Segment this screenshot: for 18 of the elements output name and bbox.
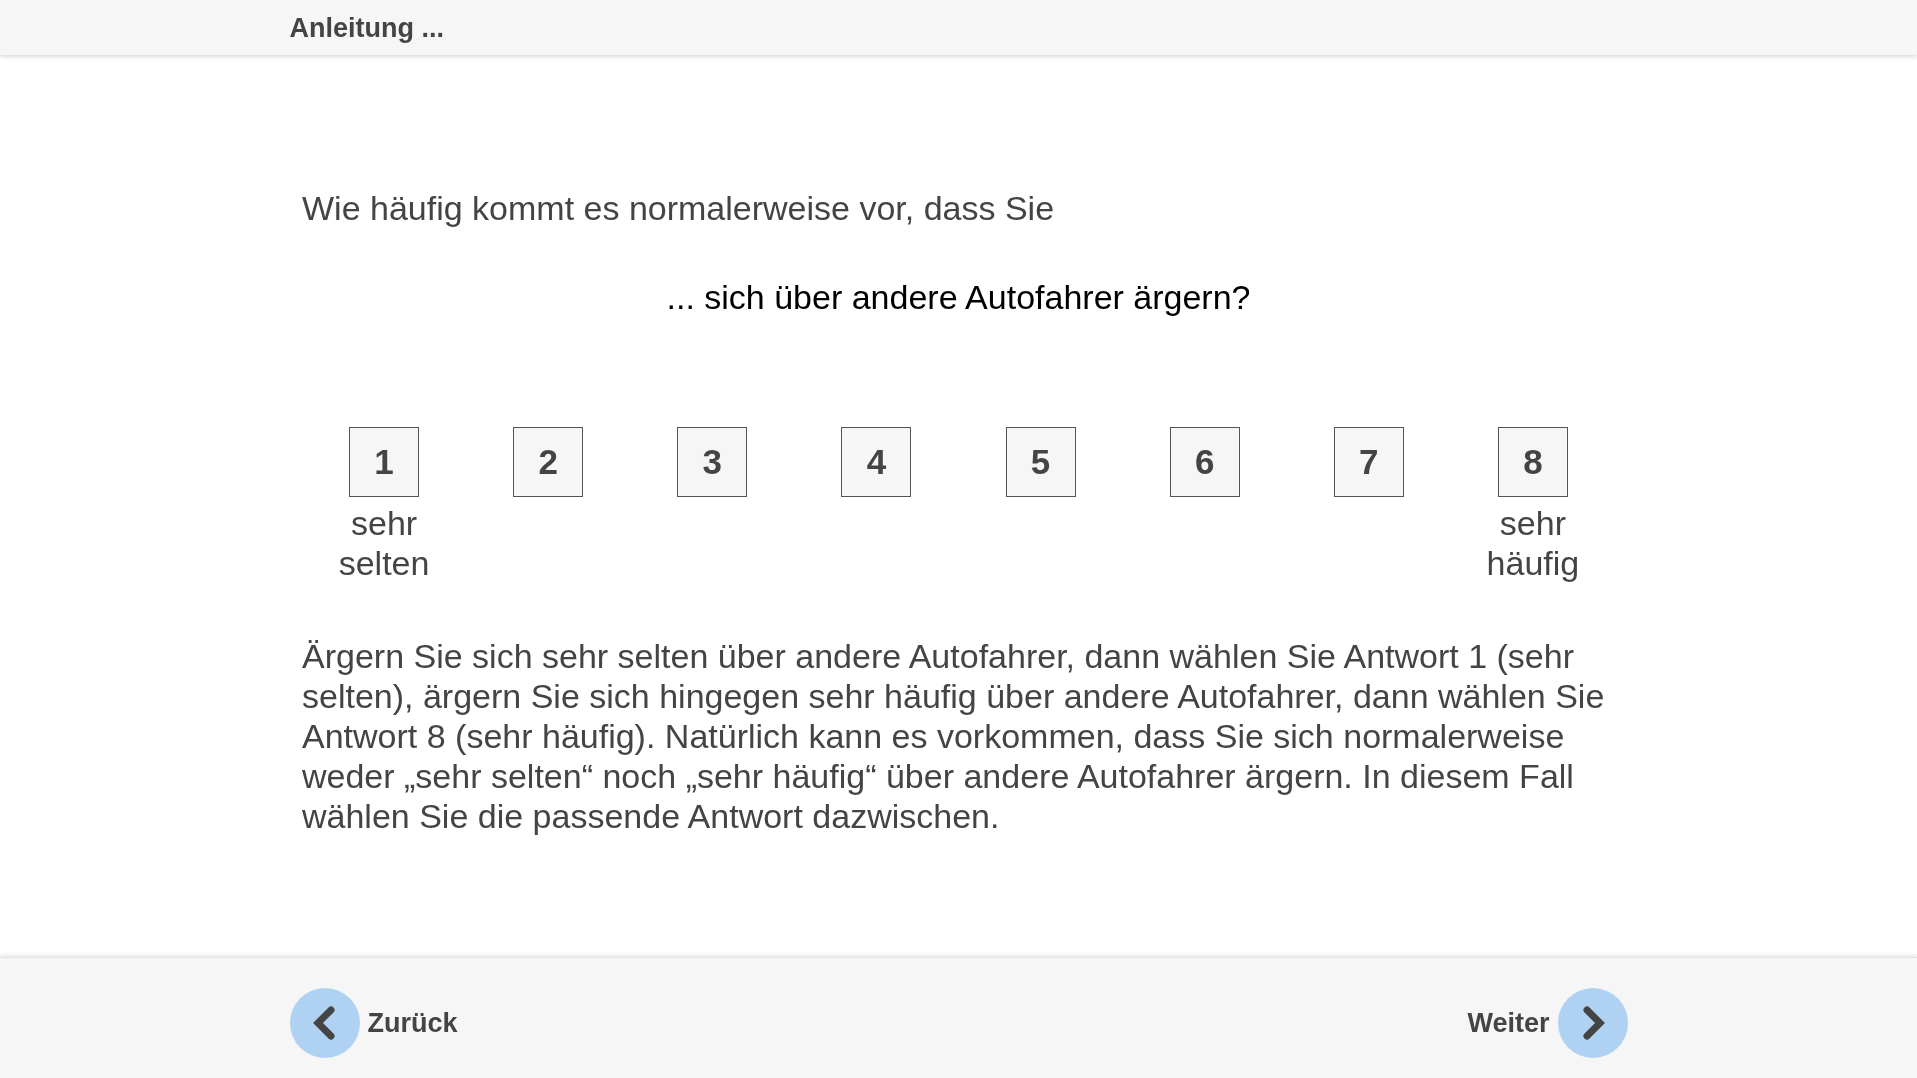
- scale-label: sehr häufig: [1485, 503, 1581, 583]
- question-intro: Wie häufig kommt es normalerweise vor, dass Sie: [302, 188, 1056, 228]
- instruction-text: Ärgern Sie sich sehr selten über andere Autofahrer, dann wählen Sie Antwort 1 (sehr selten), ärgern Sie sich hingegen sehr häufig über andere Autofahrer, dann wählen Sie Antwort 8 (sehr häufig). Natürlich kann es vorkommen, dass Sie sich normalerweise weder „sehr selten“ noch „sehr häufig“ über andere Autofahrer ärgern. In diesem Fall wählen Sie die passende Antwort dazwischen.: [302, 636, 1606, 836]
- question-item: ... sich über andere Autofahrer ärgern?: [666, 277, 1251, 317]
- answer-option[interactable]: 7: [1333, 427, 1404, 497]
- page-title: Anleitung ...: [289, 11, 444, 44]
- back-button[interactable]: Zurück: [289, 988, 458, 1058]
- next-button[interactable]: Weiter: [1467, 988, 1628, 1058]
- answer-option[interactable]: 2: [513, 427, 584, 497]
- answer-option[interactable]: 3: [677, 427, 748, 497]
- answer-option[interactable]: 4: [841, 427, 912, 497]
- answer-option[interactable]: 1: [349, 427, 420, 497]
- scale-label: sehr selten: [337, 503, 431, 583]
- chevron-left-icon: [289, 988, 360, 1058]
- answer-option[interactable]: 8: [1497, 427, 1568, 497]
- answer-option[interactable]: 5: [1005, 427, 1076, 497]
- answer-option[interactable]: 6: [1169, 427, 1240, 497]
- chevron-right-icon: [1557, 988, 1628, 1058]
